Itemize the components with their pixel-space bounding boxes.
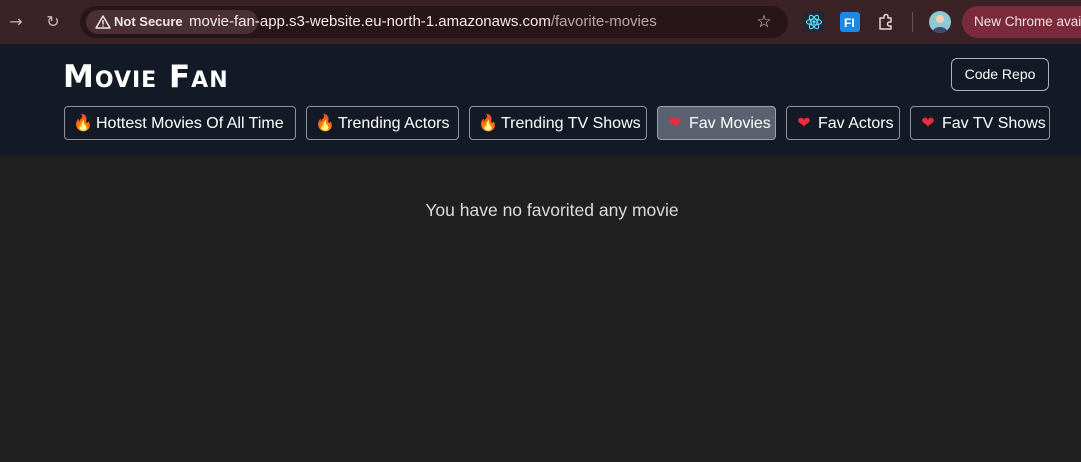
toolbar-divider [912, 12, 913, 32]
svg-text:FI: FI [844, 16, 855, 30]
tab-fav-actors[interactable]: ❤ Fav Actors [786, 106, 900, 140]
tab-trending-tv-shows[interactable]: 🔥 Trending TV Shows [469, 106, 647, 140]
url-text[interactable]: movie-fan-app.s3-website.eu-north-1.amaz… [189, 6, 657, 38]
react-devtools-icon[interactable] [804, 12, 824, 32]
url-path: /favorite-movies [550, 13, 657, 30]
heart-icon: ❤ [921, 113, 935, 132]
heart-icon: ❤ [797, 113, 811, 132]
reload-icon[interactable]: ↻ [42, 11, 64, 33]
puzzle-icon[interactable] [876, 12, 896, 32]
app-logo[interactable]: Movie Fan [63, 59, 229, 95]
tab-label: Fav Movies [689, 115, 771, 132]
bookmark-star-icon[interactable]: ☆ [754, 12, 774, 32]
url-host: movie-fan-app.s3-website.eu-north-1.amaz… [189, 13, 551, 30]
tab-fav-tv-shows[interactable]: ❤ Fav TV Shows [910, 106, 1050, 140]
security-label: Not Secure [114, 14, 183, 29]
tab-fav-movies[interactable]: ❤ Fav Movies [657, 106, 776, 140]
tab-trending-actors[interactable]: 🔥 Trending Actors [306, 106, 459, 140]
warning-icon [95, 15, 111, 29]
fire-icon: 🔥 [73, 113, 93, 132]
fire-icon: 🔥 [478, 113, 498, 132]
tab-label: Fav Actors [818, 115, 894, 132]
tab-label: Hottest Movies Of All Time [96, 115, 284, 132]
empty-state-message: You have no favorited any movie [425, 200, 679, 220]
fire-icon: 🔥 [315, 113, 335, 132]
browser-toolbar: → ↻ Not Secure movie-fan-app.s3-website.… [0, 0, 1081, 44]
tab-label: Trending Actors [338, 115, 450, 132]
heart-icon: ❤ [668, 113, 682, 132]
tab-label: Fav TV Shows [942, 115, 1046, 132]
tab-hottest-movies[interactable]: 🔥 Hottest Movies Of All Time [64, 106, 296, 140]
profile-avatar[interactable] [929, 11, 951, 33]
app-header: Movie Fan Code Repo 🔥 Hottest Movies Of A… [0, 44, 1081, 156]
new-chrome-available-button[interactable]: New Chrome available [962, 6, 1081, 38]
address-bar[interactable]: Not Secure movie-fan-app.s3-website.eu-n… [80, 6, 788, 38]
tab-label: Trending TV Shows [501, 115, 641, 132]
fi-extension-icon[interactable]: FI [840, 12, 860, 32]
code-repo-button[interactable]: Code Repo [951, 58, 1049, 91]
forward-arrow-icon[interactable]: → [5, 11, 27, 33]
